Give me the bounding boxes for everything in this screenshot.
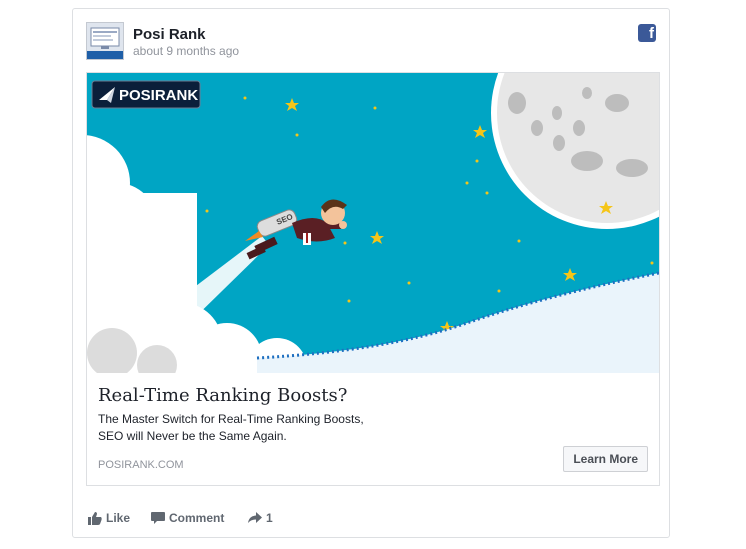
posirank-avatar[interactable] [86, 22, 124, 60]
share-count: 1 [266, 511, 273, 525]
post-author[interactable]: Posi Rank [133, 26, 206, 43]
like-button[interactable]: Like [88, 511, 130, 525]
posirank-logo: POSIRANK [91, 80, 201, 109]
ad-headline[interactable]: Real-Time Ranking Boosts? [98, 385, 347, 406]
share-button[interactable]: 1 [248, 511, 273, 525]
ad-hero-image[interactable]: SEO POSIRANK [87, 73, 659, 373]
comment-label: Comment [169, 511, 225, 525]
comment-icon [151, 511, 165, 524]
ad-description-line: SEO will Never be the Same Again. [98, 429, 287, 443]
share-arrow-icon [248, 512, 262, 523]
ad-post-card: Posi Rank about 9 months ago f SEO POSIR… [72, 8, 670, 538]
ad-description: The Master Switch for Real-Time Ranking … [98, 411, 528, 445]
like-label: Like [106, 511, 131, 525]
brand-logo-text: POSIRANK [119, 87, 198, 104]
hero-illustration: SEO POSIRANK [87, 73, 659, 373]
comment-button[interactable]: Comment [151, 511, 224, 525]
link-attachment[interactable]: SEO POSIRANK Real-Time Ranking Boosts? T… [86, 72, 660, 486]
ad-description-line: The Master Switch for Real-Time Ranking … [98, 412, 364, 426]
thumbs-up-icon [88, 511, 102, 525]
learn-more-button[interactable]: Learn More [563, 446, 648, 472]
facebook-icon[interactable]: f [638, 24, 656, 42]
link-domain: POSIRANK.COM [98, 459, 184, 471]
post-timestamp[interactable]: about 9 months ago [133, 44, 239, 58]
